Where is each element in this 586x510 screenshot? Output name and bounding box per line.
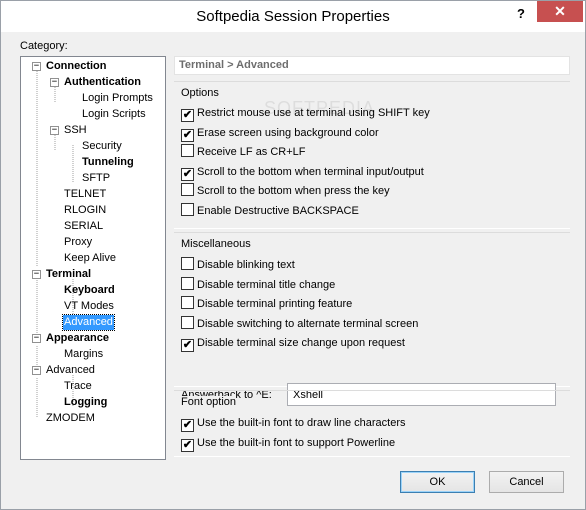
- checkbox-option[interactable]: Scroll to the bottom when press the key: [181, 183, 390, 199]
- checkbox-option[interactable]: ✔ Use the built-in font to support Powerl…: [181, 435, 396, 452]
- checkbox-unchecked-icon[interactable]: [181, 296, 194, 309]
- checkbox-checked-icon[interactable]: ✔: [181, 109, 194, 122]
- tree-node[interactable]: Authentication: [63, 75, 142, 90]
- checkbox-label: Disable terminal size change upon reques…: [197, 337, 405, 349]
- cancel-button[interactable]: Cancel: [489, 471, 564, 493]
- checkbox-option[interactable]: Disable switching to alternate terminal …: [181, 315, 419, 332]
- checkbox-checked-icon[interactable]: ✔: [181, 438, 194, 452]
- checkbox-unchecked-icon[interactable]: [181, 257, 194, 270]
- checkbox-unchecked-icon[interactable]: [181, 202, 194, 216]
- checkbox-option[interactable]: ✔ Disable terminal size change upon reque…: [181, 335, 405, 352]
- tree-node[interactable]: Advanced: [45, 363, 96, 378]
- checkbox-label: Disable switching to alternate terminal …: [197, 317, 419, 330]
- panel-breadcrumb: Terminal > Advanced: [174, 56, 570, 75]
- misc-group: Miscellaneous Disable blinking text Disab…: [174, 232, 570, 406]
- tree-node[interactable]: Appearance: [45, 331, 110, 346]
- tree-expander-icon[interactable]: −: [50, 78, 59, 87]
- tree-node[interactable]: Keep Alive: [63, 251, 117, 266]
- font-group-title: Font option: [181, 396, 237, 408]
- tree-node[interactable]: Logging: [63, 395, 108, 410]
- tree-node[interactable]: Advanced: [62, 314, 115, 331]
- checkbox-option[interactable]: ✔ Erase screen using background color: [181, 125, 379, 142]
- checkbox-unchecked-icon[interactable]: [181, 183, 194, 196]
- misc-group-title: Miscellaneous: [181, 238, 251, 250]
- tree-node[interactable]: Trace: [63, 379, 93, 394]
- tree-node[interactable]: Margins: [63, 347, 104, 362]
- tree-node[interactable]: Login Scripts: [81, 107, 147, 122]
- tree-node[interactable]: Security: [81, 139, 123, 154]
- checkbox-option[interactable]: Receive LF as CR+LF: [181, 144, 306, 160]
- watermark-text: SOFTPEDIA: [264, 98, 376, 118]
- checkbox-option[interactable]: ✔ Scroll to the bottom when terminal inpu…: [181, 164, 424, 181]
- tree-node[interactable]: Connection: [45, 59, 108, 74]
- tree-node[interactable]: SERIAL: [63, 219, 104, 234]
- tree-expander-icon[interactable]: −: [50, 126, 59, 135]
- checkbox-label: Scroll to the bottom when press the key: [197, 185, 390, 197]
- checkbox-label: Disable terminal printing feature: [197, 298, 353, 310]
- tree-node[interactable]: Tunneling: [81, 155, 135, 170]
- tree-node[interactable]: RLOGIN: [63, 203, 107, 218]
- checkbox-label: Receive LF as CR+LF: [197, 146, 306, 158]
- checkbox-option[interactable]: Disable terminal title change: [181, 276, 336, 293]
- options-group-title: Options: [181, 87, 219, 99]
- close-button[interactable]: ✕: [537, 1, 583, 22]
- category-label: Category:: [20, 40, 68, 52]
- ok-button[interactable]: OK: [400, 471, 475, 493]
- checkbox-label: Disable terminal title change: [197, 278, 336, 291]
- checkbox-option[interactable]: Disable blinking text: [181, 257, 295, 273]
- tree-expander-icon[interactable]: −: [32, 270, 41, 279]
- checkbox-unchecked-icon[interactable]: [181, 144, 194, 157]
- checkbox-checked-icon[interactable]: ✔: [181, 339, 194, 352]
- checkbox-option[interactable]: Disable terminal printing feature: [181, 296, 352, 312]
- checkbox-unchecked-icon[interactable]: [181, 315, 194, 329]
- checkbox-option[interactable]: ✔ Use the built-in font to draw line char…: [181, 415, 406, 432]
- checkbox-unchecked-icon[interactable]: [181, 276, 194, 290]
- checkbox-label: Scroll to the bottom when terminal input…: [197, 165, 424, 178]
- tree-node[interactable]: Terminal: [45, 267, 92, 282]
- properties-dialog: Softpedia Session Properties ? ✕ Categor…: [0, 0, 586, 510]
- tree-node[interactable]: ZMODEM: [45, 411, 96, 426]
- tree-node[interactable]: Login Prompts: [81, 91, 154, 106]
- checkbox-label: Erase screen using background color: [197, 126, 379, 139]
- tree-expander-icon[interactable]: −: [32, 334, 41, 343]
- checkbox-label: Use the built-in font to draw line chara…: [197, 417, 406, 429]
- checkbox-checked-icon[interactable]: ✔: [181, 419, 194, 432]
- tree-node[interactable]: SSH: [63, 123, 88, 138]
- tree-expander-icon[interactable]: −: [32, 62, 41, 71]
- help-icon[interactable]: ?: [510, 5, 532, 23]
- checkbox-checked-icon[interactable]: ✔: [181, 128, 194, 142]
- category-tree[interactable]: − Connection − Authentication Login Prompts L…: [20, 56, 166, 460]
- tree-node[interactable]: Keyboard: [63, 283, 116, 298]
- tree-expander-icon[interactable]: −: [32, 366, 41, 375]
- tree-node[interactable]: TELNET: [63, 187, 107, 202]
- checkbox-label: Enable Destructive BACKSPACE: [197, 204, 359, 217]
- checkbox-label: Disable blinking text: [197, 259, 295, 271]
- title-bar[interactable]: Softpedia Session Properties ? ✕: [1, 1, 585, 32]
- checkbox-checked-icon[interactable]: ✔: [181, 167, 194, 181]
- checkbox-option[interactable]: Enable Destructive BACKSPACE: [181, 202, 359, 219]
- font-group: Font option ✔ Use the built-in font to dr…: [174, 390, 570, 457]
- tree-node[interactable]: Proxy: [63, 235, 93, 250]
- window-title: Softpedia Session Properties: [196, 8, 390, 25]
- tree-node[interactable]: SFTP: [81, 171, 111, 186]
- checkbox-label: Use the built-in font to support Powerli…: [197, 436, 396, 449]
- tree-node[interactable]: VT Modes: [63, 299, 115, 314]
